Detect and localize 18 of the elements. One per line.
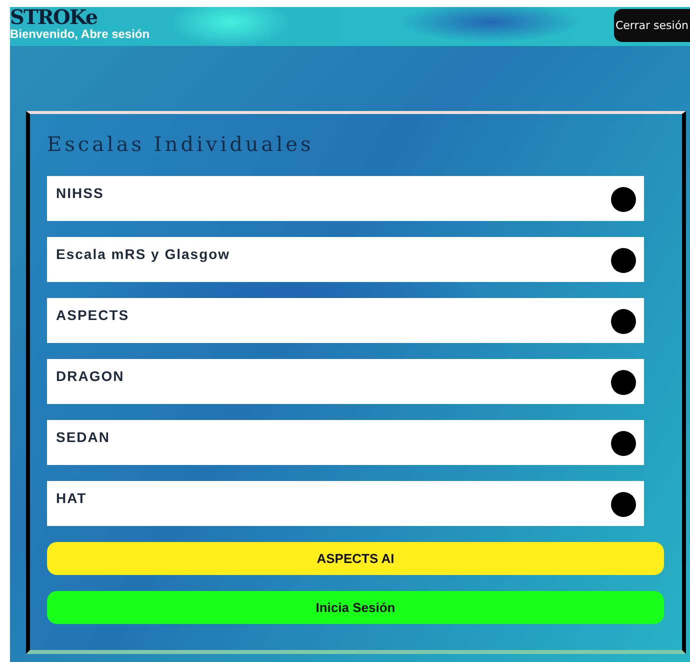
scale-item[interactable]: HAT bbox=[47, 481, 644, 526]
scale-item[interactable]: NIHSS bbox=[47, 176, 644, 221]
scale-item[interactable]: Escala mRS y Glasgow bbox=[47, 237, 644, 282]
scale-item[interactable]: ASPECTS bbox=[47, 298, 644, 343]
welcome-text: Bienvenido, Abre sesión bbox=[10, 27, 150, 41]
dot-icon bbox=[611, 187, 636, 212]
panel-title: Escalas Individuales bbox=[47, 132, 315, 156]
dot-icon bbox=[611, 431, 636, 456]
dot-icon bbox=[611, 248, 636, 273]
action-button[interactable]: ASPECTS AI bbox=[47, 542, 664, 575]
scale-item[interactable]: DRAGON bbox=[47, 359, 644, 404]
logout-button[interactable]: Cerrar sesión bbox=[614, 9, 690, 42]
dot-icon bbox=[611, 309, 636, 334]
dot-icon bbox=[611, 370, 636, 395]
scale-item[interactable]: SEDAN bbox=[47, 420, 644, 465]
dot-icon bbox=[611, 492, 636, 517]
logo: STROKe bbox=[10, 7, 98, 27]
action-button[interactable]: Inicia Sesión bbox=[47, 591, 664, 624]
